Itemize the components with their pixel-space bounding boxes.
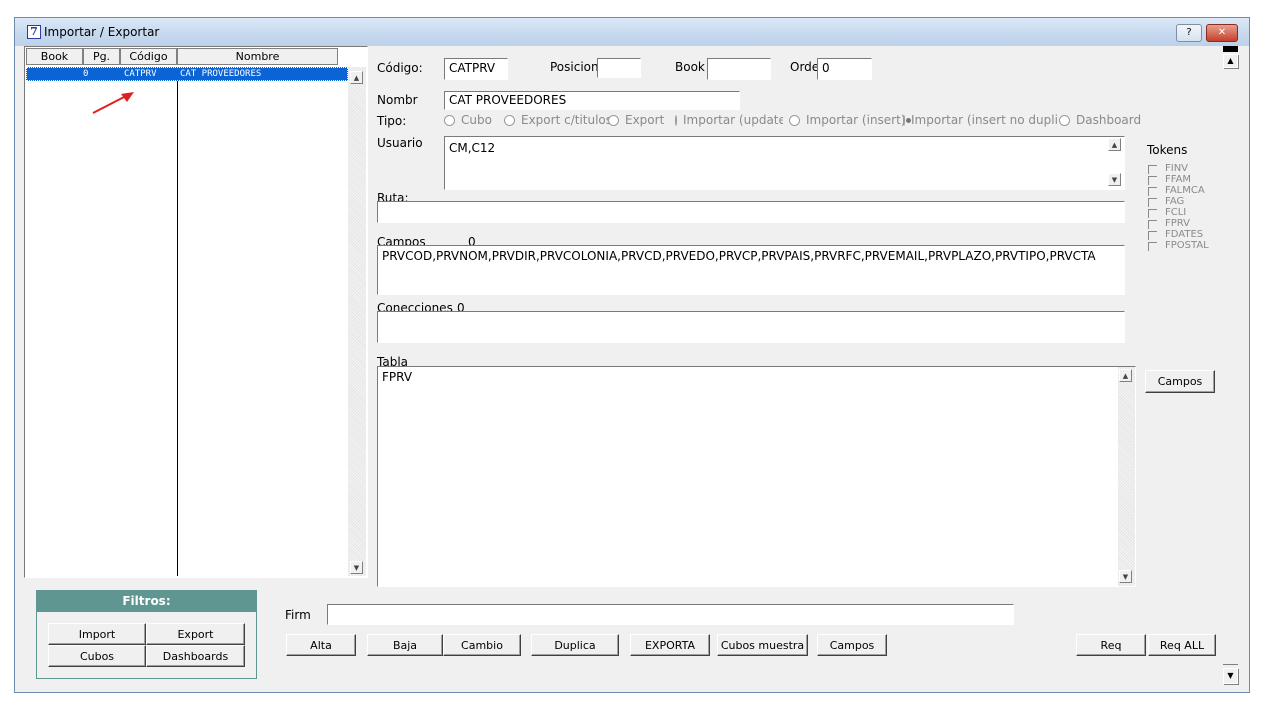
red-arrow-icon xyxy=(92,92,134,114)
campos-textarea[interactable]: PRVCOD,PRVNOM,PRVDIR,PRVCOLONIA,PRVCD,PR… xyxy=(377,245,1125,295)
window-scroll-up-icon[interactable]: ▲ xyxy=(1223,54,1238,68)
col-header-nombre[interactable]: Nombre xyxy=(177,48,338,65)
usuario-scroll-up-icon[interactable]: ▲ xyxy=(1108,138,1121,151)
title-bar[interactable] xyxy=(15,18,1249,46)
filtros-title: Filtros: xyxy=(37,591,256,612)
token-falmca[interactable]: FALMCA xyxy=(1148,186,1205,196)
token-finv[interactable]: FINV xyxy=(1148,164,1188,174)
book-label: Book xyxy=(675,60,705,74)
token-fag[interactable]: FAG xyxy=(1148,197,1184,207)
column-divider xyxy=(177,81,178,576)
col-header-codigo[interactable]: Código xyxy=(120,48,177,65)
tabla-textarea[interactable]: FPRV xyxy=(377,366,1136,587)
tabla-scrollbar[interactable] xyxy=(1118,367,1135,586)
req-all-button[interactable]: Req ALL xyxy=(1148,634,1216,656)
close-button[interactable]: ✕ xyxy=(1206,24,1238,42)
radio-export[interactable]: Export xyxy=(608,113,664,127)
baja-button[interactable]: Baja xyxy=(367,634,443,656)
req-button[interactable]: Req xyxy=(1076,634,1146,656)
help-button[interactable]: ? xyxy=(1176,24,1202,42)
filter-dashboards-button[interactable]: Dashboards xyxy=(146,645,245,667)
tipo-label: Tipo: xyxy=(377,114,407,128)
filter-export-button[interactable]: Export xyxy=(146,623,245,645)
posicion-input[interactable] xyxy=(597,58,641,78)
campos-side-button[interactable]: Campos xyxy=(1145,370,1215,393)
tabla-scroll-down-icon[interactable]: ▼ xyxy=(1119,570,1132,583)
radio-importar-update[interactable]: Importar (update) xyxy=(675,113,783,127)
firm-label: Firm xyxy=(285,608,311,622)
orden-input[interactable]: 0 xyxy=(817,58,872,80)
window-scrollbar[interactable] xyxy=(1222,46,1239,686)
cambio-button[interactable]: Cambio xyxy=(443,634,521,656)
row-pg: 0 xyxy=(83,69,89,79)
alta-button[interactable]: Alta xyxy=(286,634,356,656)
window-scroll-down-icon[interactable]: ▼ xyxy=(1223,668,1238,684)
posicion-label: Posicion: xyxy=(550,60,603,74)
duplica-button[interactable]: Duplica xyxy=(531,634,619,656)
col-header-book[interactable]: Book xyxy=(26,48,83,65)
usuario-scroll-down-icon[interactable]: ▼ xyxy=(1108,173,1121,186)
radio-importar-insert[interactable]: Importar (insert) xyxy=(789,113,906,127)
radio-dashboard[interactable]: Dashboard xyxy=(1059,113,1141,127)
token-ffam[interactable]: FFAM xyxy=(1148,175,1191,185)
cubos-muestra-button[interactable]: Cubos muestra xyxy=(717,634,808,656)
radio-importar-insert-no-duplica[interactable]: Importar (insert no duplica xyxy=(903,113,1058,127)
scroll-down-icon[interactable]: ▼ xyxy=(350,561,363,574)
scroll-up-icon[interactable]: ▲ xyxy=(350,71,363,84)
app-icon: 7 xyxy=(27,25,41,39)
ruta-input[interactable] xyxy=(377,201,1125,223)
campos-bottom-button[interactable]: Campos xyxy=(817,634,887,656)
codigo-label: Código: xyxy=(377,61,423,75)
token-fdates[interactable]: FDATES xyxy=(1148,230,1203,240)
conecciones-textarea[interactable] xyxy=(377,311,1125,343)
tokens-title: Tokens xyxy=(1147,143,1188,157)
nombre-label: Nombr xyxy=(377,93,418,107)
row-nombre: CAT PROVEEDORES xyxy=(180,69,262,79)
col-header-pg[interactable]: Pg. xyxy=(83,48,120,65)
grid-scrollbar[interactable] xyxy=(348,67,366,576)
codigo-input[interactable]: CATPRV xyxy=(444,58,508,80)
token-fcli[interactable]: FCLI xyxy=(1148,208,1186,218)
filter-import-button[interactable]: Import xyxy=(48,623,146,645)
book-input[interactable] xyxy=(707,58,771,80)
window-scroll-divider xyxy=(1223,664,1238,665)
radio-cubo[interactable]: Cubo xyxy=(444,113,492,127)
usuario-label: Usuario xyxy=(377,136,423,150)
orden-label: Orde xyxy=(790,60,820,74)
usuario-textarea[interactable]: CM,C12 xyxy=(444,136,1125,190)
window-title: Importar / Exportar xyxy=(44,25,160,39)
row-codigo: CATPRV xyxy=(124,69,157,79)
records-grid[interactable] xyxy=(24,46,368,578)
token-fpostal[interactable]: FPOSTAL xyxy=(1148,241,1209,251)
nombre-input[interactable]: CAT PROVEEDORES xyxy=(444,91,740,110)
window-scrollbar-thumb[interactable] xyxy=(1223,46,1238,52)
tabla-scroll-up-icon[interactable]: ▲ xyxy=(1119,369,1132,382)
token-fprv[interactable]: FPRV xyxy=(1148,219,1190,229)
firm-input[interactable] xyxy=(327,604,1014,625)
filter-cubos-button[interactable]: Cubos xyxy=(48,645,146,667)
radio-export-titulos[interactable]: Export c/titulos xyxy=(504,113,612,127)
exporta-button[interactable]: EXPORTA xyxy=(630,634,710,656)
